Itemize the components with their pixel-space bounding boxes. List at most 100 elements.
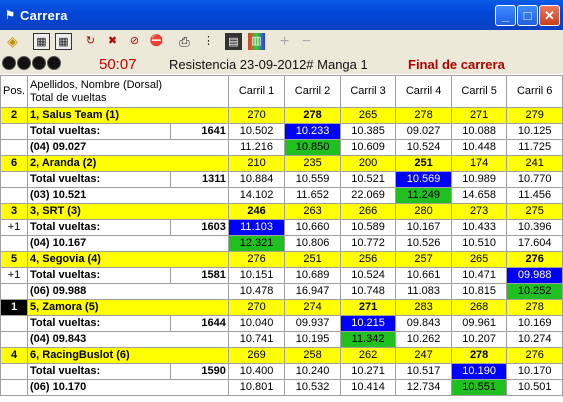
flag-icon[interactable]: ▦ <box>33 33 50 50</box>
team-row[interactable]: 2 1, Salus Team (1) 270 278 265 278 271 279 <box>0 107 563 124</box>
gap-cell: +1 <box>0 267 29 284</box>
refresh-icon[interactable]: ↻ <box>82 33 99 50</box>
lap-time-cell: 10.207 <box>450 331 508 348</box>
lap-time-cell: 10.741 <box>227 331 286 348</box>
best-lap: (04) 10.167 <box>27 235 229 252</box>
lap-time-cell: 09.937 <box>284 315 341 332</box>
team-total-row[interactable]: Total vueltas: 1590 10.400 10.240 10.271 10.5… <box>0 363 563 380</box>
lap-time-cell: 12.734 <box>395 379 452 396</box>
status-bar: 50:07 Resistencia 23-09-2012# Manga 1 Fi… <box>0 54 563 74</box>
gap-cell: +1 <box>0 219 29 236</box>
lap-time-cell: 10.400 <box>227 363 286 380</box>
best-lap: (06) 09.988 <box>27 283 229 300</box>
lap-time-cell: 10.770 <box>506 171 563 188</box>
lap-time-cell: 10.532 <box>284 379 341 396</box>
lap-time-cell: 10.524 <box>339 267 397 284</box>
team-best-row[interactable]: (03) 10.521 14.102 11.652 22.069 11.249 14.65… <box>0 187 563 204</box>
team-row[interactable]: 6 2, Aranda (2) 210 235 200 251 174 241 <box>0 155 563 172</box>
lap-time-cell: 10.125 <box>506 123 563 140</box>
lap-time-cell: 09.988 <box>506 267 563 284</box>
display-icon[interactable]: ▤ <box>225 33 242 50</box>
lap-time-cell: 14.658 <box>450 187 508 204</box>
lap-time-cell: 09.961 <box>450 315 508 332</box>
grid-header: Pos. Apellidos, Nombre (Dorsal) Total de… <box>0 75 563 108</box>
team-row[interactable]: 1 5, Zamora (5) 270 274 271 283 268 278 <box>0 299 563 316</box>
delete-icon[interactable]: ✖ <box>104 33 121 50</box>
lap-count-cell: 276 <box>506 251 563 268</box>
lap-time-cell: 10.151 <box>227 267 286 284</box>
header-name: Apellidos, Nombre (Dorsal) Total de vuel… <box>27 75 229 108</box>
total-label: Total vueltas: <box>27 123 171 140</box>
team-name: 6, RacingBuslot (6) <box>27 347 229 364</box>
lap-time-cell: 10.271 <box>339 363 397 380</box>
team-total-row[interactable]: Total vueltas: 1311 10.884 10.559 10.521 10.5… <box>0 171 563 188</box>
header-lane: Carril 5 <box>450 75 508 108</box>
team-best-row[interactable]: (04) 09.843 10.741 10.195 11.342 10.262 10.20… <box>0 331 563 348</box>
lap-count-cell: 273 <box>450 203 508 220</box>
team-best-row[interactable]: (04) 09.027 11.216 10.850 10.609 10.524 10.44… <box>0 139 563 156</box>
team-best-row[interactable]: (06) 09.988 10.478 16.947 10.748 11.083 10.81… <box>0 283 563 300</box>
lap-time-cell: 11.216 <box>227 139 286 156</box>
lap-time-cell: 10.195 <box>284 331 341 348</box>
close-button[interactable]: ✕ <box>539 5 560 26</box>
maximize-button[interactable]: □ <box>517 5 538 26</box>
position-cell: 3 <box>0 203 29 220</box>
lap-time-cell: 10.517 <box>395 363 452 380</box>
lap-time-cell: 10.088 <box>450 123 508 140</box>
lap-time-cell: 10.815 <box>450 283 508 300</box>
lap-count-cell: 200 <box>339 155 397 172</box>
lap-time-cell: 10.262 <box>395 331 452 348</box>
lap-count-cell: 174 <box>450 155 508 172</box>
team-best-row[interactable]: (04) 10.167 12.321 10.806 10.772 10.526 10.51… <box>0 235 563 252</box>
cancel-icon[interactable]: ⊘ <box>126 33 143 50</box>
app-icon: ⚑ <box>4 8 16 22</box>
team-best-row[interactable]: (06) 10.170 10.801 10.532 10.414 12.734 10.55… <box>0 379 563 396</box>
team-total-row[interactable]: Total vueltas: 1644 10.040 09.937 10.215 09.8… <box>0 315 563 332</box>
lap-time-cell: 10.521 <box>339 171 397 188</box>
empty-cell <box>0 283 29 300</box>
lap-time-cell: 10.385 <box>339 123 397 140</box>
header-name-line1: Apellidos, Nombre (Dorsal) <box>30 78 163 91</box>
team-total-row[interactable]: +1 Total vueltas: 1603 11.103 10.660 10.589 10… <box>0 219 563 236</box>
lap-count-cell: 265 <box>450 251 508 268</box>
team-total-row[interactable]: Total vueltas: 1641 10.502 10.233 10.385 09.0… <box>0 123 563 140</box>
empty-cell <box>0 379 29 396</box>
add-icon[interactable]: + <box>276 33 293 50</box>
toolbar: ◈ ▦ ▦ ↻ ✖ ⊘ ⛔ ⎙ ⋮ ▤ ▥ + − <box>0 30 563 55</box>
lap-time-cell: 10.609 <box>339 139 397 156</box>
gap-cell <box>0 171 29 188</box>
team-row[interactable]: 3 3, SRT (3) 246 263 266 280 273 275 <box>0 203 563 220</box>
lap-time-cell: 09.027 <box>395 123 452 140</box>
team-name: 4, Segovia (4) <box>27 251 229 268</box>
empty-cell <box>0 139 29 156</box>
lap-time-cell: 10.524 <box>395 139 452 156</box>
lap-time-cell: 10.689 <box>284 267 341 284</box>
print-icon[interactable]: ⎙ <box>176 33 193 50</box>
total-laps: 1644 <box>169 315 229 332</box>
start-light <box>47 56 61 70</box>
lap-time-cell: 10.569 <box>395 171 452 188</box>
lap-time-cell: 10.850 <box>284 139 341 156</box>
best-lap: (04) 09.843 <box>27 331 229 348</box>
team-row[interactable]: 5 4, Segovia (4) 276 251 256 257 265 276 <box>0 251 563 268</box>
lap-time-cell: 10.448 <box>450 139 508 156</box>
colors-icon[interactable]: ▥ <box>248 33 265 50</box>
gap-cell <box>0 123 29 140</box>
navigate-icon[interactable]: ◈ <box>4 33 21 50</box>
remove-icon[interactable]: − <box>298 33 315 50</box>
position-cell: 1 <box>0 299 29 316</box>
results-grid: Pos. Apellidos, Nombre (Dorsal) Total de… <box>0 75 563 396</box>
team-row[interactable]: 4 6, RacingBuslot (6) 269 258 262 247 278 276 <box>0 347 563 364</box>
lap-time-cell: 10.471 <box>450 267 508 284</box>
lap-count-cell: 280 <box>395 203 452 220</box>
lap-time-cell: 10.170 <box>506 363 563 380</box>
lap-count-cell: 271 <box>450 107 508 124</box>
lap-time-cell: 11.342 <box>339 331 397 348</box>
team-total-row[interactable]: +1 Total vueltas: 1581 10.151 10.689 10.524 10… <box>0 267 563 284</box>
header-lane: Carril 2 <box>284 75 341 108</box>
lap-time-cell: 12.321 <box>227 235 286 252</box>
minimize-button[interactable]: _ <box>495 5 516 26</box>
list-icon[interactable]: ⋮ <box>200 33 217 50</box>
stop-icon[interactable]: ⛔ <box>148 33 165 50</box>
flag-alt-icon[interactable]: ▦ <box>55 33 72 50</box>
